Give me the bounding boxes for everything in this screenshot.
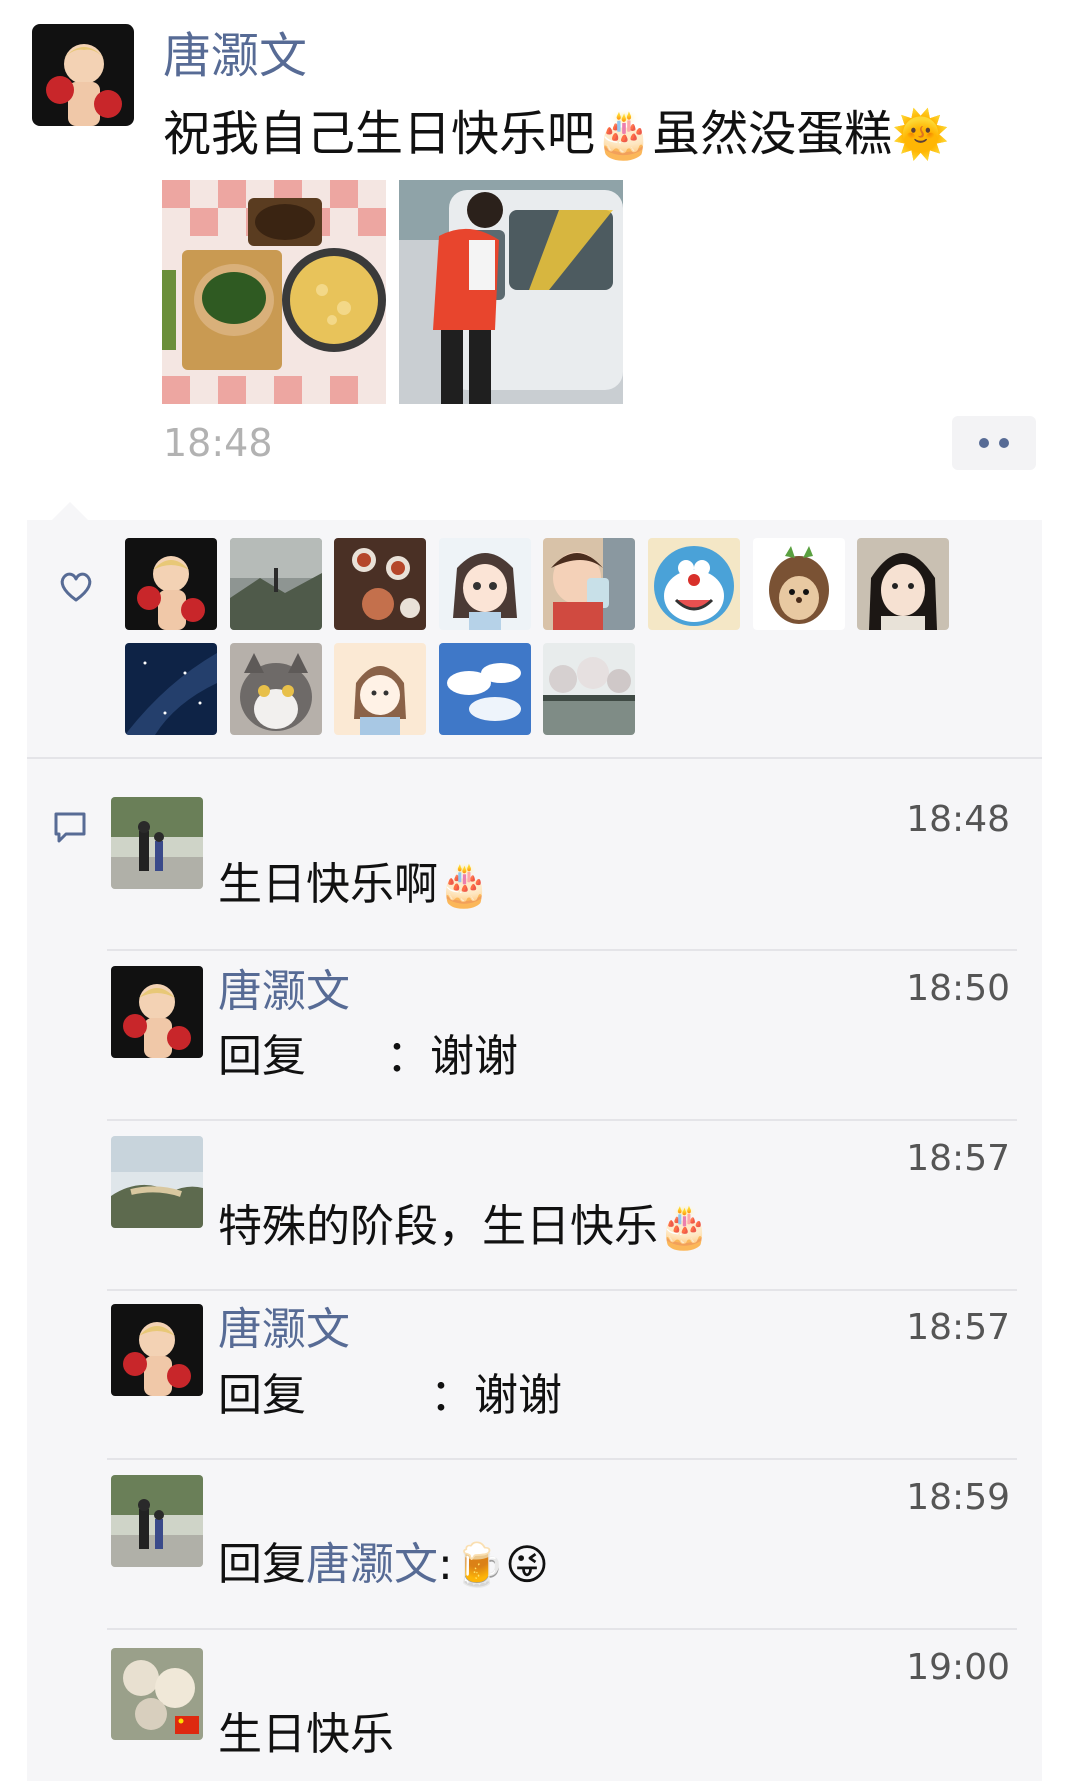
commenter-avatar[interactable] <box>111 1648 203 1740</box>
commenter-avatar[interactable] <box>111 1475 203 1567</box>
post-timestamp: 18:48 <box>163 421 273 465</box>
commenter-avatar[interactable] <box>111 1304 203 1396</box>
cake-emoji: 🎂 <box>658 1202 711 1251</box>
comment-time: 18:57 <box>906 1307 1010 1348</box>
post-author-name[interactable]: 唐灏文 <box>163 24 307 88</box>
beer-wink-emoji: 🍺😜 <box>452 1540 549 1589</box>
commenter-avatar[interactable] <box>111 1136 203 1228</box>
comment-divider <box>107 1119 1017 1121</box>
comment-divider <box>107 1458 1017 1460</box>
commenter-avatar[interactable] <box>111 797 203 889</box>
post-photo-person-car[interactable] <box>399 180 623 404</box>
likes-divider <box>27 757 1042 759</box>
comment-time: 19:00 <box>906 1647 1010 1688</box>
comment-time: 18:59 <box>906 1477 1010 1518</box>
like-avatar[interactable] <box>543 643 635 735</box>
post-text: 祝我自己生日快乐吧🎂虽然没蛋糕🌞 <box>163 106 950 162</box>
comment-text: 特殊的阶段，生日快乐🎂 <box>218 1201 711 1252</box>
like-avatar[interactable] <box>439 538 531 630</box>
comment-divider <box>107 1289 1017 1291</box>
comment-time: 18:50 <box>906 968 1010 1009</box>
like-avatar[interactable] <box>125 643 217 735</box>
like-avatar[interactable] <box>334 643 426 735</box>
like-avatar[interactable] <box>230 643 322 735</box>
like-avatar[interactable] <box>648 538 740 630</box>
heart-icon <box>60 572 92 602</box>
dot-icon <box>979 438 989 448</box>
commenter-avatar[interactable] <box>111 966 203 1058</box>
like-avatar[interactable] <box>125 538 217 630</box>
commenter-name[interactable]: 唐灏文 <box>218 963 350 1021</box>
comment-text: 回复 ：谢谢 <box>218 1370 562 1421</box>
comment-text: 回复 ：谢谢 <box>218 1031 518 1082</box>
commenter-name[interactable]: 唐灏文 <box>218 1301 350 1359</box>
like-avatar[interactable] <box>857 538 949 630</box>
like-avatar[interactable] <box>543 538 635 630</box>
comment-text: 回复唐灏文:🍺😜 <box>218 1539 549 1590</box>
like-avatar[interactable] <box>753 538 845 630</box>
like-avatar[interactable] <box>439 643 531 735</box>
comment-text: 生日快乐 <box>218 1709 394 1760</box>
more-actions-button[interactable] <box>952 416 1036 470</box>
cake-emoji: 🎂 <box>595 107 653 161</box>
like-avatar[interactable] <box>334 538 426 630</box>
post-photo-food[interactable] <box>162 180 386 404</box>
sun-emoji: 🌞 <box>892 107 950 161</box>
comment-icon <box>54 812 86 843</box>
like-avatar[interactable] <box>230 538 322 630</box>
panel-pointer <box>52 502 88 520</box>
comment-text: 生日快乐啊🎂 <box>218 859 491 910</box>
comment-time: 18:48 <box>906 799 1010 840</box>
comment-divider <box>107 1628 1017 1630</box>
comment-divider <box>107 949 1017 951</box>
cake-emoji: 🎂 <box>438 860 491 909</box>
dot-icon <box>999 438 1009 448</box>
comment-time: 18:57 <box>906 1138 1010 1179</box>
author-avatar[interactable] <box>32 24 134 126</box>
reply-target-link[interactable]: 唐灏文 <box>306 1539 438 1590</box>
